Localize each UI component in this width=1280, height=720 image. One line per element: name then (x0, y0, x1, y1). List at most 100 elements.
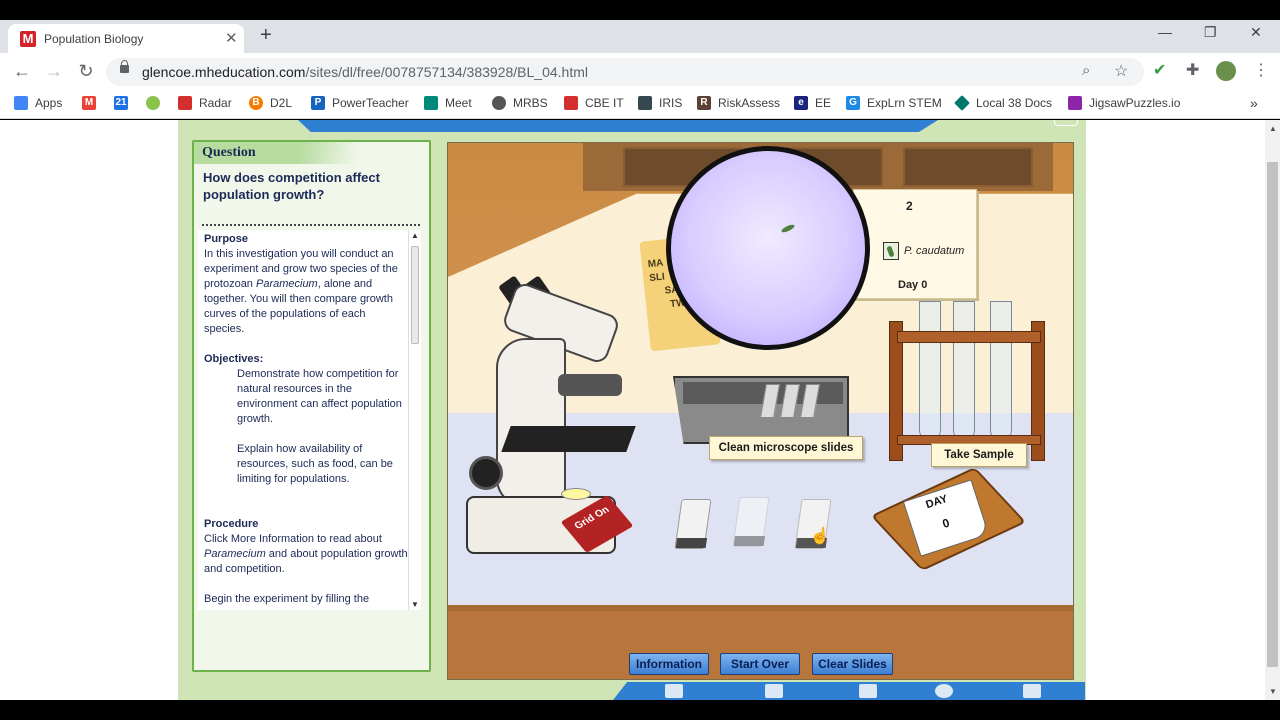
page-scrollbar[interactable]: ▲ ▼ (1265, 120, 1280, 700)
bookmark-label: EE (815, 96, 832, 110)
day-label: Day 0 (898, 279, 928, 291)
tray-slides (760, 384, 823, 418)
minimize-icon[interactable]: — (1158, 24, 1172, 40)
test-tube[interactable] (953, 301, 975, 441)
clear-slides-button[interactable]: Clear Slides (812, 653, 893, 675)
bookmark-local-38-docs[interactable]: Local 38 Docs (954, 95, 1052, 111)
letterbox-top (0, 0, 1280, 20)
close-tab-icon[interactable]: ✕ (225, 29, 238, 47)
bookmark-label: JigsawPuzzles.io (1089, 96, 1181, 110)
objective-turret (558, 374, 622, 396)
instructions-scrollbar[interactable]: ▲ ▼ (408, 230, 421, 610)
objective-1: Demonstrate how competition for natural … (237, 368, 402, 425)
bookmark-calendar[interactable]: 21 (114, 96, 135, 110)
species-name: Paramecium (255, 278, 318, 290)
puzzle-icon (1068, 96, 1082, 110)
browser-tab[interactable]: M Population Biology ✕ (8, 24, 244, 53)
microscope-slide[interactable] (732, 497, 770, 547)
back-arrow-icon[interactable]: ← (11, 61, 33, 82)
dotted-divider (202, 224, 420, 226)
microscope-light (561, 488, 591, 500)
print-icon[interactable] (1023, 684, 1041, 698)
clean-microscope-slides-label[interactable]: Clean microscope slides (709, 436, 863, 460)
bookmark-mrbs[interactable]: MRBS (492, 96, 548, 110)
bookmark-label: PowerTeacher (332, 96, 409, 110)
take-sample-button[interactable]: Take Sample (931, 443, 1027, 467)
poster-text: MA (647, 257, 664, 271)
bookmark-globe[interactable] (146, 96, 167, 110)
notebook-icon[interactable] (665, 684, 683, 698)
scroll-down-arrow-icon[interactable]: ▼ (411, 600, 419, 609)
tray-slide (780, 384, 800, 418)
virtual-lab-app: Question How does competition affect pop… (178, 120, 1086, 700)
new-tab-plus-icon[interactable]: + (260, 24, 272, 47)
restore-icon[interactable]: ❐ (1204, 24, 1217, 41)
address-bar[interactable]: glencoe.mheducation.com/sites/dl/free/00… (106, 58, 1144, 86)
instructions-scrollbar-thumb[interactable] (411, 246, 419, 344)
forward-arrow-icon[interactable]: → (43, 61, 65, 82)
hand-cursor-icon: ☝ (810, 528, 830, 545)
bookmark-cbe-it[interactable]: CBE IT (564, 96, 624, 110)
microscope-slide[interactable] (674, 499, 712, 549)
scrollbar-thumb[interactable] (1267, 162, 1278, 667)
profile-avatar[interactable] (1216, 61, 1236, 81)
objectives-title: Objectives: (204, 353, 264, 365)
test-tube-rack (889, 301, 1047, 461)
reload-icon[interactable]: ↻ (75, 61, 97, 82)
ee-icon: e (794, 96, 808, 110)
bookmark-jigsawpuzzles[interactable]: JigsawPuzzles.io (1068, 96, 1180, 110)
powerteacher-icon: P (311, 96, 325, 110)
corner-tab (1054, 120, 1078, 126)
test-tube[interactable] (990, 301, 1012, 441)
scroll-up-arrow-icon[interactable]: ▲ (411, 231, 419, 240)
scroll-up-arrow-icon[interactable]: ▲ (1269, 124, 1277, 133)
zoom-magnifier-icon[interactable]: ⌕ (1082, 62, 1090, 79)
bookmark-powerteacher[interactable]: P PowerTeacher (311, 96, 409, 110)
checkmark-extension-icon[interactable]: ✔ (1153, 60, 1166, 80)
bookmark-riskassess[interactable]: R RiskAssess (697, 96, 780, 110)
globe-icon (146, 96, 160, 110)
bookmark-explrn-stem[interactable]: G ExpLrn STEM (846, 96, 942, 110)
scroll-down-arrow-icon[interactable]: ▼ (1269, 687, 1277, 696)
information-button[interactable]: Information (629, 653, 709, 675)
url-path: /sites/dl/free/0078757134/383928/BL_04.h… (305, 64, 588, 80)
focus-knob[interactable] (469, 456, 503, 490)
procedure-text-part: Click More Information to read about (204, 533, 382, 545)
bookmark-gmail[interactable]: M (82, 96, 103, 110)
species-name: Paramecium (204, 548, 266, 560)
start-over-button[interactable]: Start Over (720, 653, 800, 675)
table-icon[interactable] (859, 684, 877, 698)
slide-label-end (675, 538, 708, 548)
globe-icon (492, 96, 506, 110)
species-label: P. caudatum (904, 245, 965, 257)
slide-tray[interactable] (673, 376, 849, 444)
window-close-icon[interactable]: ✕ (1250, 24, 1262, 41)
calculator-icon[interactable] (765, 684, 783, 698)
day-counter-title: DAY (924, 492, 950, 512)
audio-icon[interactable] (935, 684, 953, 698)
bookmarks-overflow-chevron-icon[interactable]: » (1250, 95, 1258, 111)
instructions-content: Purpose In this investigation you will c… (204, 232, 408, 607)
instructions-scroll-area[interactable]: Purpose In this investigation you will c… (198, 230, 408, 610)
url-host: glencoe.mheducation.com (142, 64, 306, 80)
bookmark-star-icon[interactable]: ☆ (1114, 61, 1128, 81)
bookmark-meet[interactable]: Meet (424, 96, 472, 110)
bookmark-apps[interactable]: Apps (14, 96, 62, 110)
url-text[interactable]: glencoe.mheducation.com/sites/dl/free/00… (142, 64, 588, 80)
gmail-icon: M (82, 96, 96, 110)
test-tube[interactable] (919, 301, 941, 441)
menu-kebab-icon[interactable]: ⋮ (1253, 60, 1269, 80)
extensions-puzzle-icon[interactable]: ✚ (1186, 60, 1199, 80)
purpose-text: In this investigation you will conduct a… (204, 247, 408, 337)
letterbox-bottom (0, 700, 1280, 720)
bookmark-ee[interactable]: e EE (794, 96, 831, 110)
organism-count: 2 (906, 199, 913, 213)
microscope[interactable]: Grid On (466, 275, 646, 588)
purpose-title: Purpose (204, 233, 249, 245)
bookmark-label: D2L (270, 96, 293, 110)
tray-slide (800, 384, 820, 418)
bookmark-iris[interactable]: IRIS (638, 96, 682, 110)
bookmark-radar[interactable]: Radar (178, 96, 232, 110)
bookmark-label: IRIS (659, 96, 683, 110)
bookmark-d2l[interactable]: B D2L (249, 96, 292, 110)
